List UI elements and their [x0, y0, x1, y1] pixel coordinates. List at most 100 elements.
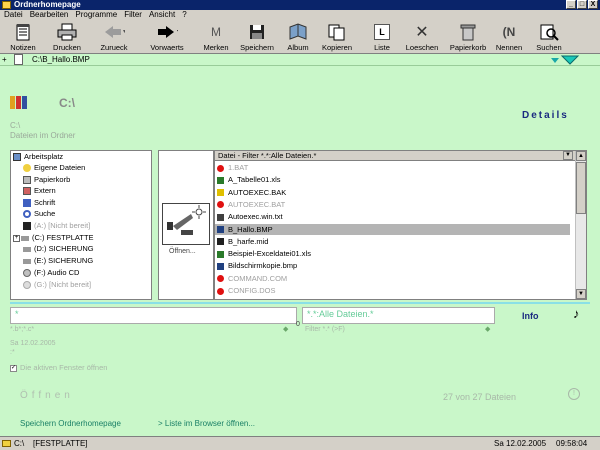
- menu-datei[interactable]: Datei: [4, 10, 23, 20]
- file-row[interactable]: CONFIG.DOS: [215, 285, 570, 296]
- toolbar-label: Papierkorb: [449, 43, 487, 52]
- tree-item-drive-a[interactable]: (A:) [Nicht bereit]: [23, 221, 90, 231]
- vertical-scrollbar[interactable]: ▲ ▼: [575, 151, 586, 299]
- file-row[interactable]: Autoexec.win.txt: [215, 211, 570, 222]
- delete-icon: ✕: [415, 23, 429, 41]
- info-link[interactable]: Info: [522, 311, 539, 321]
- file-row[interactable]: 1.BAT: [215, 162, 570, 173]
- file-name: A_Tabelle01.xls: [228, 175, 281, 185]
- file-row[interactable]: Bildschirmkopie.bmp: [215, 260, 570, 271]
- scroll-up-icon[interactable]: ▲: [576, 151, 586, 161]
- refresh-icon[interactable]: !: [568, 388, 580, 400]
- status-bar: C:\ [FESTPLATTE] Sa 12.02.2005 09:58:04: [0, 436, 600, 450]
- preview-open-label[interactable]: Öffnen...: [169, 248, 196, 255]
- file-row[interactable]: COMMAND.COM: [215, 273, 570, 284]
- toolbar-label: Liste: [374, 43, 390, 52]
- menu-help[interactable]: ?: [182, 10, 186, 20]
- printer-icon: [56, 22, 78, 41]
- drucken-button[interactable]: Drucken: [50, 20, 84, 54]
- open-button[interactable]: Öffnen: [20, 390, 74, 401]
- floppy-drive-icon: [23, 222, 31, 231]
- speichern-button[interactable]: Speichern: [239, 20, 275, 54]
- name-enter-icon[interactable]: ◆: [283, 325, 288, 333]
- tree-item-eigene-dateien[interactable]: Eigene Dateien: [23, 163, 85, 173]
- address-path[interactable]: C:\B_Hallo.BMP: [32, 55, 90, 64]
- file-type-icon: [217, 262, 224, 270]
- dropdown-arrows-icon[interactable]: [550, 55, 582, 67]
- menu-programme[interactable]: Programme: [75, 10, 117, 20]
- toolbar-label: Suchen: [536, 43, 562, 52]
- title-bar: Ordnerhomepage _ □ X: [0, 0, 600, 10]
- kopieren-button[interactable]: Kopieren: [320, 20, 354, 54]
- liste-button[interactable]: L Liste: [369, 20, 395, 54]
- file-name: Bildschirmkopie.bmp: [228, 261, 298, 271]
- font-icon: [23, 199, 31, 208]
- file-row[interactable]: AUTOEXEC.BAK: [215, 187, 570, 198]
- filter-enter-icon[interactable]: ◆: [485, 325, 490, 333]
- toolbar-label: Vorwaerts: [150, 43, 184, 52]
- expand-icon[interactable]: +: [13, 234, 20, 242]
- tree-item-arbeitsplatz[interactable]: Arbeitsplatz: [13, 152, 63, 162]
- details-link[interactable]: Details: [522, 110, 569, 121]
- file-row[interactable]: AUTOEXEC.BAT: [215, 199, 570, 210]
- toolbar: Notizen Drucken Zurueck Vorwaerts M Merk…: [0, 20, 600, 54]
- maximize-button[interactable]: □: [577, 0, 587, 9]
- tree-item-drive-f[interactable]: (F:) Audio CD: [23, 268, 79, 278]
- input-counter: 0: [296, 321, 300, 328]
- folder-icon: [2, 440, 11, 447]
- folder-tree[interactable]: Arbeitsplatz Eigene Dateien Papierkorb E…: [10, 150, 152, 300]
- open-active-windows-checkbox[interactable]: ✓ Die aktiven Fenster öffnen: [10, 363, 107, 372]
- tree-item-drive-c[interactable]: + (C:) FESTPLATTE: [13, 233, 94, 243]
- tree-item-drive-g[interactable]: (G:) [Nicht bereit]: [23, 280, 91, 290]
- file-count: 27 von 27 Dateien: [443, 392, 517, 402]
- tree-item-schrift[interactable]: Schrift: [23, 198, 55, 208]
- file-row[interactable]: A_Tabelle01.xls: [215, 174, 570, 185]
- menu-filter[interactable]: Filter: [124, 10, 142, 20]
- save-homepage-link[interactable]: Speichern Ordnerhomepage: [20, 419, 121, 428]
- nennen-button[interactable]: (N Nennen: [493, 20, 525, 54]
- file-row[interactable]: B_Hallo.BMP: [215, 223, 570, 235]
- zurueck-button[interactable]: Zurueck: [96, 20, 132, 54]
- menu-ansicht[interactable]: Ansicht: [149, 10, 175, 20]
- toolbar-label: Merken: [203, 43, 229, 52]
- merken-button[interactable]: M Merken: [200, 20, 232, 54]
- filter-dropdown[interactable]: Datei - Filter *.*:Alle Dateien.* ▼: [215, 151, 575, 161]
- papierkorb-button[interactable]: Papierkorb: [448, 20, 488, 54]
- tree-item-papierkorb[interactable]: Papierkorb: [23, 175, 70, 185]
- chevron-down-icon[interactable]: ▼: [563, 151, 573, 160]
- checkbox-box[interactable]: ✓: [10, 364, 17, 372]
- preview-image[interactable]: [162, 203, 210, 245]
- loeschen-button[interactable]: ✕ Loeschen: [403, 20, 441, 54]
- hard-drive-icon: [21, 235, 29, 241]
- close-button[interactable]: X: [588, 0, 598, 9]
- file-row[interactable]: Beispiel-Exceldatei01.xls: [215, 248, 570, 259]
- music-note-icon[interactable]: ♪: [573, 306, 580, 321]
- toolbar-label: Kopieren: [321, 43, 353, 52]
- file-type-icon: [217, 287, 224, 295]
- tree-item-drive-d[interactable]: (D:) SICHERUNG: [23, 244, 94, 254]
- suchen-button[interactable]: Suchen: [533, 20, 565, 54]
- open-in-browser-link[interactable]: > Liste im Browser öffnen...: [158, 419, 255, 428]
- file-type-icon: [217, 176, 224, 184]
- tree-item-suche[interactable]: Suche: [23, 209, 55, 219]
- file-row[interactable]: B_harfe.mid: [215, 236, 570, 247]
- notizen-button[interactable]: Notizen: [6, 20, 40, 54]
- computer-icon: [13, 153, 21, 162]
- filename-input[interactable]: *: [10, 307, 297, 324]
- expand-icon[interactable]: +: [2, 55, 7, 64]
- menu-bearbeiten[interactable]: Bearbeiten: [30, 10, 69, 20]
- scroll-down-icon[interactable]: ▼: [576, 289, 586, 299]
- vorwaerts-button[interactable]: Vorwaerts: [147, 20, 187, 54]
- status-date: Sa 12.02.2005: [494, 439, 547, 448]
- tree-item-drive-e[interactable]: (E:) SICHERUNG: [23, 256, 93, 266]
- file-type-icon: [217, 201, 224, 209]
- scroll-thumb[interactable]: [576, 162, 586, 214]
- preview-panel: Öffnen...: [158, 150, 214, 300]
- address-bar: + C:\B_Hallo.BMP: [0, 54, 600, 66]
- filter-input[interactable]: *.*:Alle Dateien.*: [302, 307, 495, 324]
- file-list[interactable]: Datei - Filter *.*:Alle Dateien.* ▼ 1.BA…: [214, 150, 587, 300]
- minimize-button[interactable]: _: [566, 0, 576, 9]
- tree-item-extern[interactable]: Extern: [23, 186, 56, 196]
- album-button[interactable]: Album: [283, 20, 313, 54]
- hard-drive-icon: [23, 246, 31, 252]
